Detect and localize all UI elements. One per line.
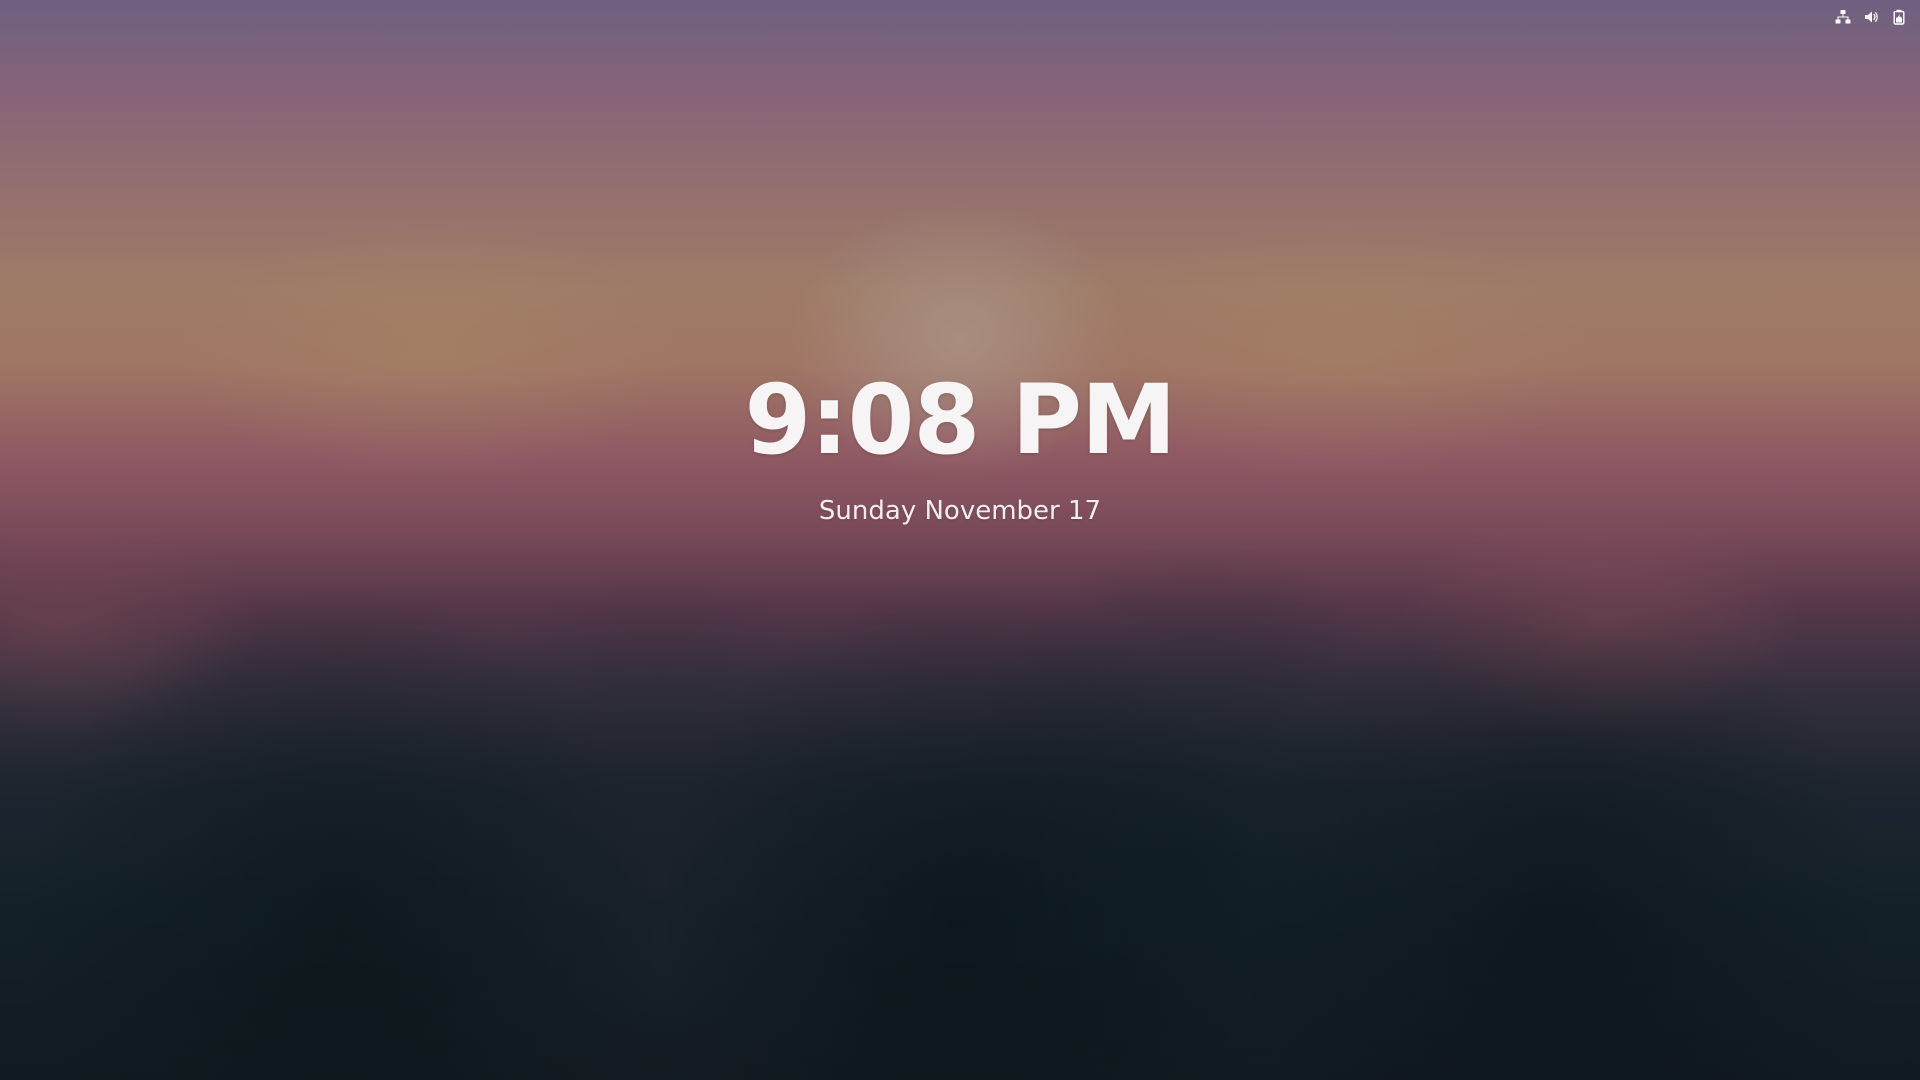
battery-icon[interactable] <box>1890 8 1908 26</box>
lock-screen-clock: 9:08 PM Sunday November 17 <box>0 360 1920 528</box>
volume-icon[interactable] <box>1862 8 1880 26</box>
network-wired-icon[interactable] <box>1834 8 1852 26</box>
lock-screen-background <box>0 0 1920 1080</box>
system-status-area[interactable] <box>1834 6 1908 28</box>
clock-time: 9:08 PM <box>744 364 1176 476</box>
clock-date: Sunday November 17 <box>818 496 1102 526</box>
